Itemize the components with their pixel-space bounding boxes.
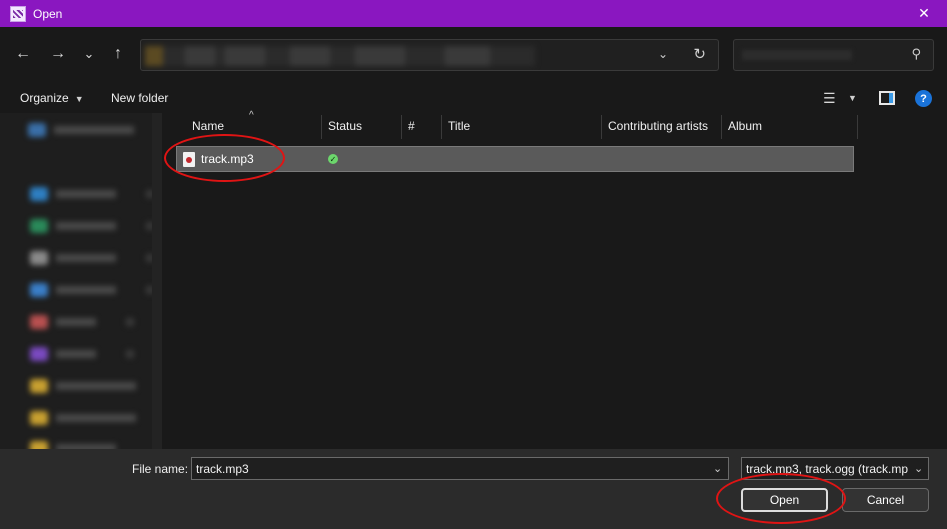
command-bar: Organize ▼ New folder ☰ ▼ ?: [0, 85, 947, 113]
search-box[interactable]: ⚲: [733, 39, 934, 71]
synced-check-icon: ✓: [328, 154, 338, 164]
preview-pane-icon[interactable]: [879, 91, 895, 105]
file-name-input[interactable]: track.mp3: [191, 457, 729, 480]
file-type-dropdown-icon[interactable]: ⌄: [914, 462, 923, 475]
column-header-status[interactable]: Status: [328, 113, 362, 139]
title-bar: Open ✕: [0, 0, 947, 27]
back-arrow-icon[interactable]: ←: [12, 43, 34, 65]
column-header-number[interactable]: #: [408, 113, 415, 139]
sidebar-item[interactable]: [30, 313, 134, 331]
chevron-down-icon: ▼: [74, 94, 84, 104]
search-placeholder-blurred: [742, 50, 852, 60]
column-header-title[interactable]: Title: [448, 113, 470, 139]
column-divider[interactable]: [321, 115, 322, 139]
view-chevron-down-icon[interactable]: ▼: [848, 93, 857, 103]
file-name-label: File name:: [132, 462, 189, 476]
address-breadcrumb-blurred: [145, 46, 535, 66]
sidebar-item[interactable]: [30, 217, 152, 235]
organize-label: Organize: [20, 91, 69, 105]
column-header-contributing-artists[interactable]: Contributing artists: [608, 113, 708, 139]
new-folder-button[interactable]: New folder: [111, 91, 168, 105]
sidebar-item[interactable]: [30, 409, 136, 427]
window-title: Open: [33, 6, 63, 21]
organize-button[interactable]: Organize ▼: [20, 91, 84, 105]
column-divider[interactable]: [441, 115, 442, 139]
column-header-name[interactable]: Name: [192, 113, 224, 139]
app-icon: [10, 5, 26, 22]
sidebar-scrollbar[interactable]: [152, 113, 162, 449]
up-arrow-icon[interactable]: ↑: [107, 43, 129, 65]
forward-arrow-icon[interactable]: →: [47, 43, 69, 65]
file-type-select[interactable]: track.mp3, track.ogg (track.mp: [741, 457, 929, 480]
column-header-album[interactable]: Album: [728, 113, 762, 139]
sidebar-item[interactable]: [30, 439, 116, 449]
navigation-bar: ← → ⌄ ↑ ⌄ ↻ ⚲: [0, 27, 947, 85]
column-divider[interactable]: [401, 115, 402, 139]
file-name: track.mp3: [201, 152, 254, 166]
column-divider[interactable]: [721, 115, 722, 139]
refresh-icon[interactable]: ↻: [693, 45, 706, 63]
file-list[interactable]: ^ Name Status # Title Contributing artis…: [162, 110, 947, 449]
navigation-pane[interactable]: [0, 113, 152, 449]
file-name-dropdown-icon[interactable]: ⌄: [713, 462, 722, 475]
recent-locations-chevron-icon[interactable]: ⌄: [78, 43, 100, 65]
view-options-icon[interactable]: ☰: [823, 90, 841, 106]
sidebar-item[interactable]: [30, 185, 152, 203]
column-divider[interactable]: [857, 115, 858, 139]
address-bar[interactable]: ⌄ ↻: [140, 39, 719, 71]
file-row-track-mp3[interactable]: track.mp3 ✓: [176, 146, 854, 172]
close-icon[interactable]: ✕: [901, 0, 947, 27]
column-divider[interactable]: [601, 115, 602, 139]
sidebar-item[interactable]: [30, 281, 152, 299]
address-dropdown-icon[interactable]: ⌄: [658, 47, 668, 61]
sort-ascending-icon: ^: [249, 110, 254, 121]
sidebar-item[interactable]: [30, 377, 136, 395]
help-icon[interactable]: ?: [915, 90, 932, 107]
cancel-button[interactable]: Cancel: [842, 488, 929, 512]
open-button[interactable]: Open: [741, 488, 828, 512]
sidebar-item[interactable]: [30, 249, 152, 267]
search-icon[interactable]: ⚲: [911, 46, 921, 62]
audio-file-icon: [183, 152, 195, 167]
sidebar-item[interactable]: [28, 121, 134, 139]
sidebar-item[interactable]: [30, 345, 134, 363]
dialog-footer: File name: track.mp3 ⌄ track.mp3, track.…: [0, 449, 947, 529]
